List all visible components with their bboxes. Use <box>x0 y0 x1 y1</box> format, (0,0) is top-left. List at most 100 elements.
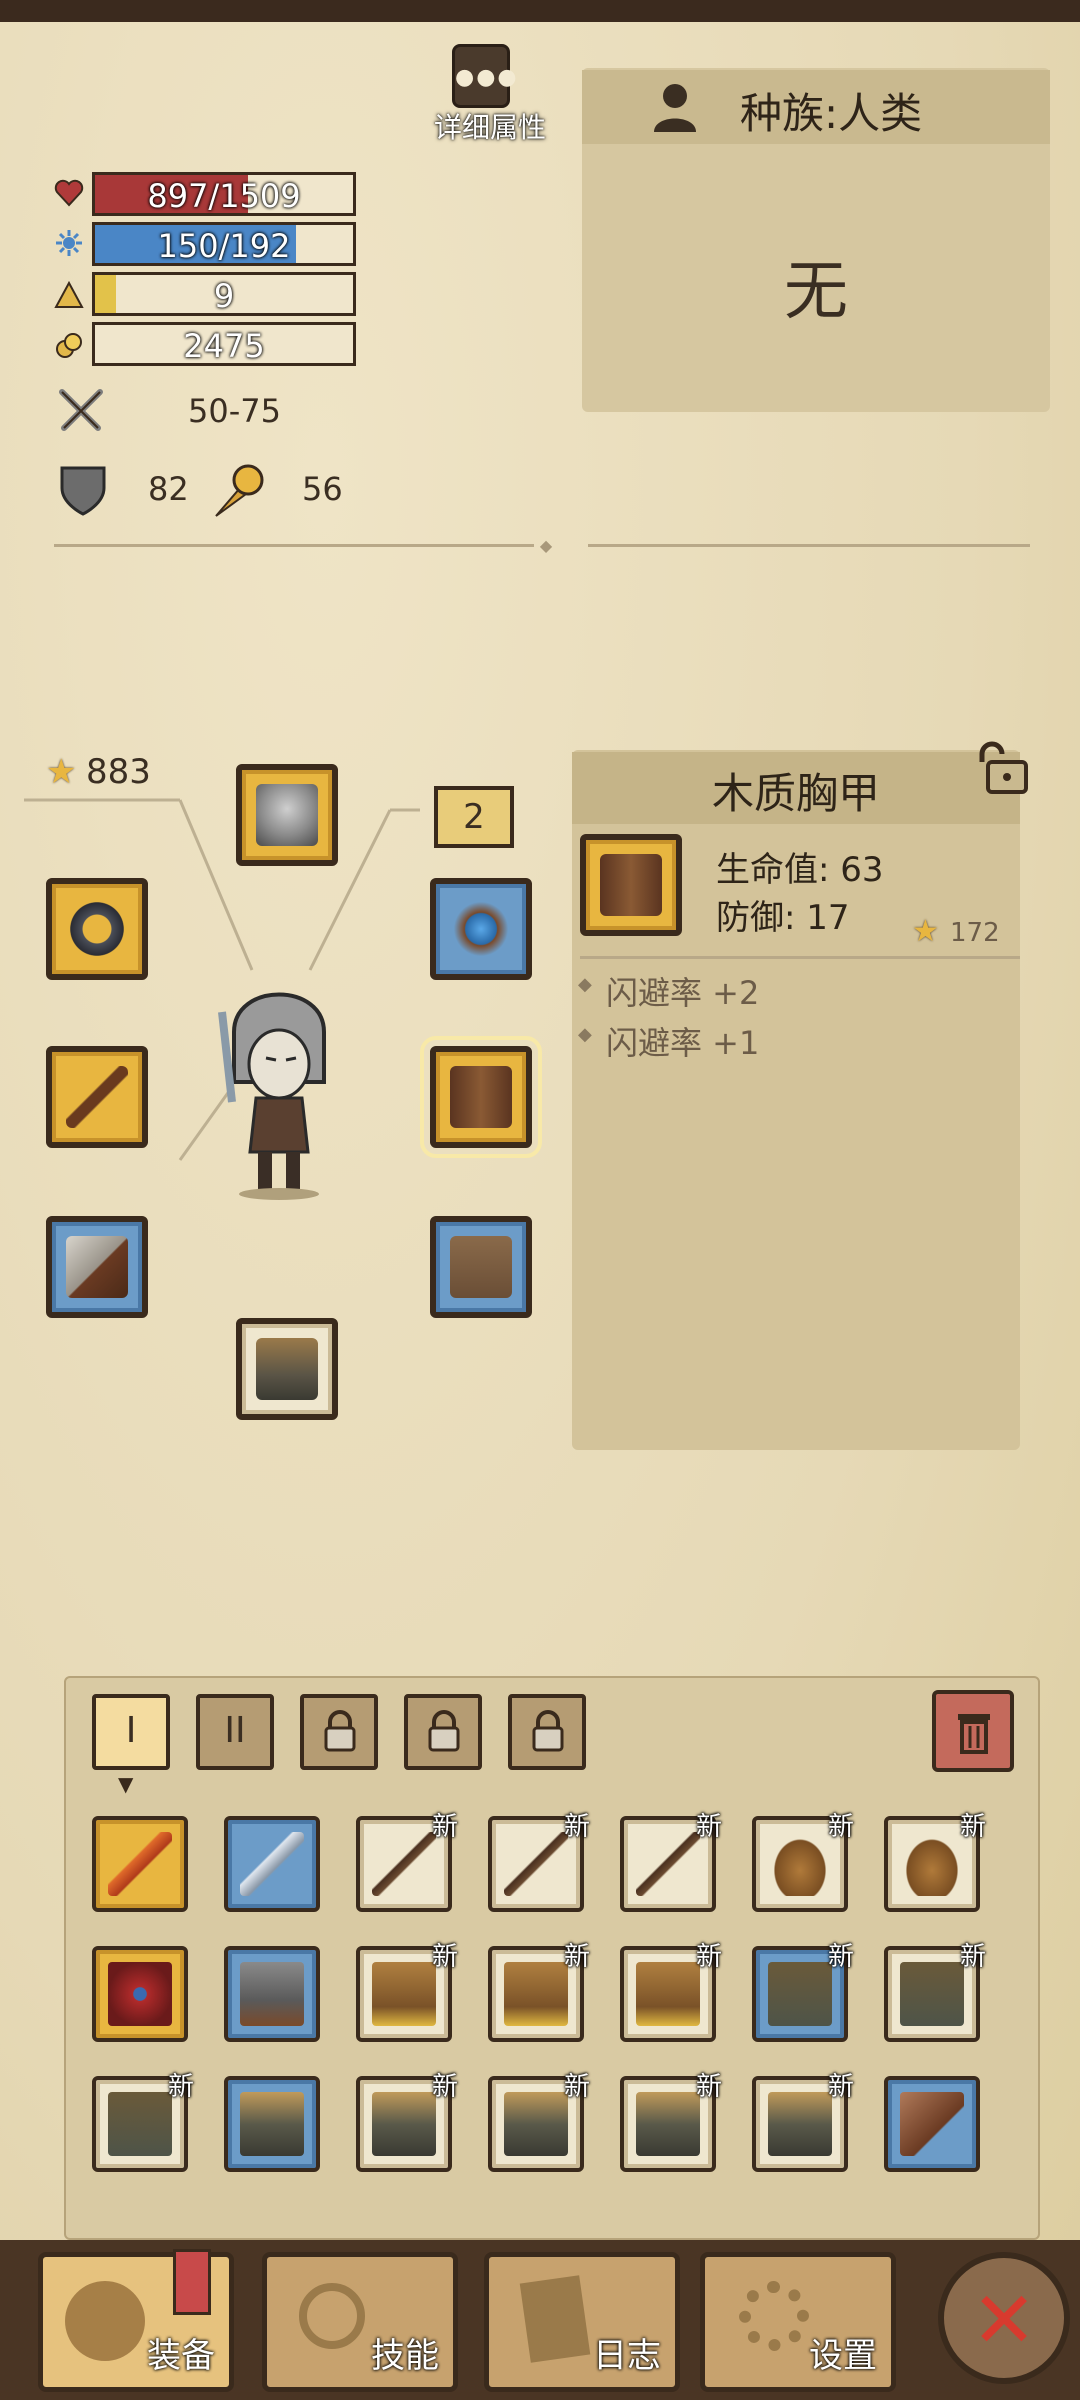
weapon-slot[interactable] <box>46 1046 148 1148</box>
more-icon: ●●● <box>455 65 519 90</box>
divider-ornament: ◆ <box>539 536 553 555</box>
inventory-item[interactable]: 新 <box>620 1812 722 1912</box>
padlock-icon <box>428 1710 460 1752</box>
inventory-item[interactable]: 新 <box>488 2072 590 2172</box>
club-icon <box>66 1066 128 1128</box>
inventory-item[interactable]: 新 <box>752 1942 854 2042</box>
detail-attributes-label[interactable]: 详细属性 <box>420 106 560 146</box>
nav-settings-button[interactable]: 设置 <box>700 2252 896 2392</box>
inventory-tab[interactable]: I <box>92 1694 170 1770</box>
inventory-item[interactable]: 新 <box>752 1812 854 1912</box>
boots-slot[interactable] <box>236 1318 338 1420</box>
new-badge: 新 <box>431 1942 458 1972</box>
skills-icon <box>299 2283 365 2349</box>
inventory-item[interactable]: 新 <box>620 2072 722 2172</box>
sword-icon <box>240 1832 304 1896</box>
pants-slot[interactable] <box>430 1216 532 1318</box>
nav-log-label: 日志 <box>593 2336 661 2376</box>
new-badge: 新 <box>563 1942 590 1972</box>
new-badge: 新 <box>959 1812 986 1842</box>
spear-icon <box>636 1832 700 1896</box>
inventory-item[interactable] <box>224 2076 320 2172</box>
locked-tab[interactable] <box>404 1694 482 1770</box>
nav-skills-button[interactable]: 技能 <box>262 2252 458 2392</box>
spear-icon <box>504 1832 568 1896</box>
inventory-item[interactable]: 新 <box>356 1942 458 2042</box>
inventory-item[interactable] <box>92 1816 188 1912</box>
pants-icon <box>108 2092 172 2156</box>
log-icon <box>519 2275 591 2363</box>
affix-bullet-icon: ◆ <box>578 1024 592 1045</box>
unlock-icon[interactable] <box>972 740 1032 796</box>
pants-icon <box>450 1236 512 1298</box>
inventory-item[interactable] <box>92 1946 188 2042</box>
nav-log-button[interactable]: 日志 <box>484 2252 680 2392</box>
locked-tab[interactable] <box>300 1694 378 1770</box>
red-armor-icon <box>108 1962 172 2026</box>
race-trait: 无 <box>784 255 848 329</box>
item-score: 172 <box>950 918 1000 948</box>
gloves-icon <box>900 2092 964 2156</box>
inventory-item[interactable]: 新 <box>884 1942 986 2042</box>
gloves-slot[interactable] <box>46 1216 148 1318</box>
detail-attributes-button[interactable]: ●●● <box>452 44 519 108</box>
hp-bar: 897/1509 <box>92 172 356 216</box>
magic-resist-value: 56 <box>302 470 343 508</box>
inventory-item[interactable]: 新 <box>356 2072 458 2172</box>
nav-settings-label: 设置 <box>809 2336 877 2376</box>
inventory-item[interactable] <box>884 2076 980 2172</box>
divider-right <box>588 544 1030 547</box>
locked-tab[interactable] <box>508 1694 586 1770</box>
helmet-icon <box>900 1832 964 1896</box>
mana-bar: 150/192 <box>92 222 356 266</box>
new-badge: 新 <box>695 2072 722 2102</box>
leather-armor-icon <box>504 1962 568 2026</box>
inventory-item[interactable] <box>224 1816 320 1912</box>
boots-icon <box>256 1338 318 1400</box>
close-button[interactable]: ✕ <box>938 2252 1070 2384</box>
boots-icon <box>504 2092 568 2156</box>
coin-icon <box>56 333 82 358</box>
inventory-item[interactable]: 新 <box>884 1812 986 1912</box>
inventory-item[interactable]: 新 <box>92 2072 194 2172</box>
inventory-item[interactable]: 新 <box>356 1812 458 1912</box>
boots-icon <box>372 2092 436 2156</box>
padlock-icon <box>532 1710 564 1752</box>
ring-icon <box>66 898 128 960</box>
inventory-item[interactable]: 新 <box>488 1942 590 2042</box>
inventory-item[interactable]: 新 <box>752 2072 854 2172</box>
inventory-item[interactable] <box>224 1946 320 2042</box>
top-edge <box>0 0 1080 22</box>
ring-slot[interactable] <box>46 878 148 980</box>
inventory-item[interactable]: 新 <box>488 1812 590 1912</box>
nav-equip-button[interactable]: 装备 <box>38 2249 234 2392</box>
item-affix-1: 闪避率 +2 <box>606 974 760 1012</box>
boots-icon <box>240 2092 304 2156</box>
gloves-icon <box>66 1236 128 1298</box>
active-tab-pointer: ▼ <box>118 1772 134 1796</box>
triangle-icon <box>54 280 84 308</box>
nav-skills-label: 技能 <box>371 2336 439 2376</box>
inventory-tab[interactable]: II <box>196 1694 274 1770</box>
new-badge: 新 <box>563 1812 590 1842</box>
trash-button[interactable] <box>932 1690 1014 1772</box>
close-icon: ✕ <box>971 2276 1037 2366</box>
gold-text: 2475 <box>183 327 265 365</box>
chest-slot[interactable] <box>420 1036 542 1158</box>
new-badge: 新 <box>827 2072 854 2102</box>
helmet-slot[interactable] <box>236 764 338 866</box>
item-stat-defense: 防御: 17 <box>716 898 850 938</box>
amulet-slot[interactable] <box>430 878 532 980</box>
padlock-icon <box>324 1710 356 1752</box>
mana-text: 150/192 <box>157 227 291 265</box>
new-badge: 新 <box>827 1942 854 1972</box>
level-bar: 9 <box>92 272 356 316</box>
attack-value: 50-75 <box>188 392 281 430</box>
armor-value: 82 <box>148 470 189 508</box>
item-divider <box>580 956 1020 959</box>
new-badge: 新 <box>695 1812 722 1842</box>
divider-left <box>54 544 534 547</box>
inventory-item[interactable]: 新 <box>620 1942 722 2042</box>
wooden-chestplate-icon <box>450 1066 512 1128</box>
wooden-chestplate-icon <box>600 854 662 916</box>
